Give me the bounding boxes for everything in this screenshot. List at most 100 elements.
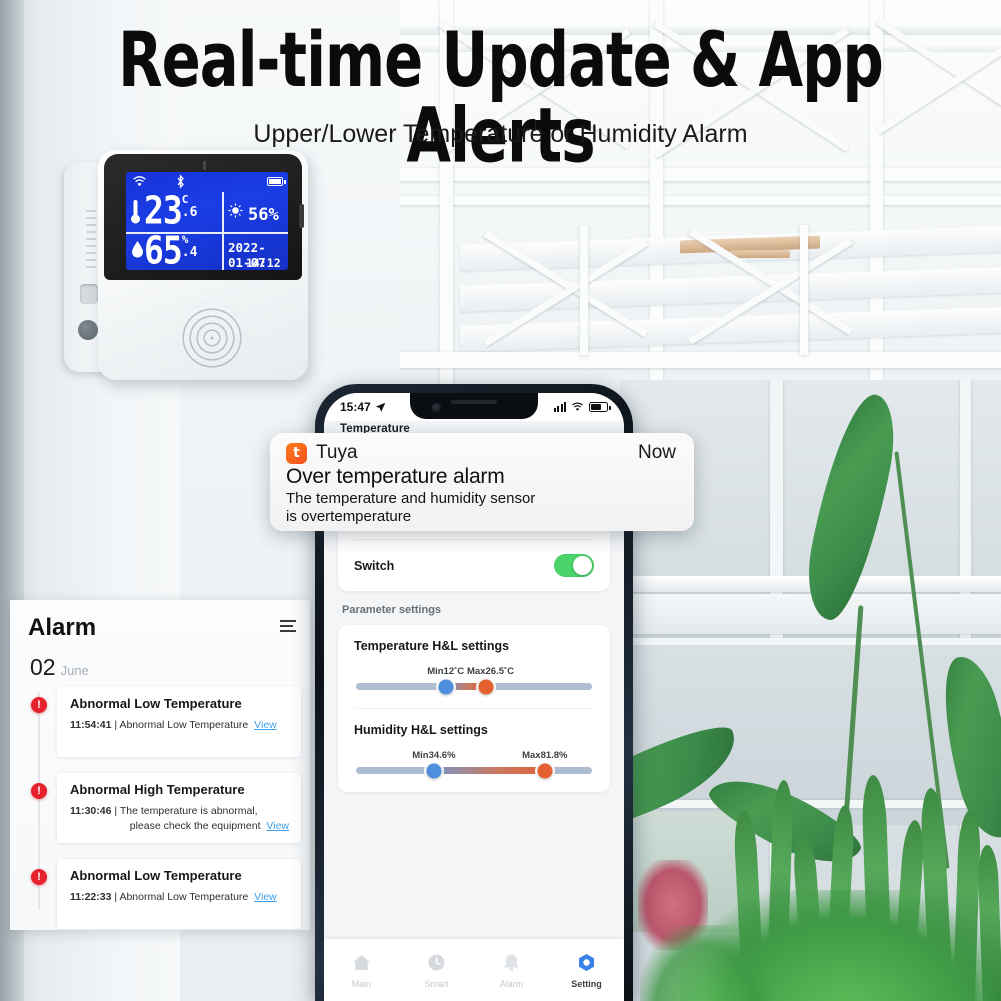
alarm-item-separator: | bbox=[114, 719, 118, 731]
alarm-item-detail: The temperature is abnormal, bbox=[119, 805, 258, 817]
temperature-number: 23 bbox=[144, 188, 183, 233]
notification-timestamp: Now bbox=[637, 442, 676, 463]
alarm-item-time: 11:54:41 bbox=[70, 719, 112, 731]
slider-max-handle[interactable] bbox=[537, 763, 553, 778]
battery-icon bbox=[267, 177, 286, 186]
device-body: 23C .6 56% 65% .4 2022-01-07 14:12 bbox=[98, 150, 308, 380]
alarm-panel-header: Alarm bbox=[10, 600, 310, 652]
tab-label: Alarm bbox=[499, 978, 524, 989]
alarm-list-item[interactable]: ! Abnormal Low Temperature 11:22:33 | Ab… bbox=[10, 859, 310, 930]
phone-notch bbox=[410, 393, 538, 419]
alarm-item-detail: Abnormal Low Temperature bbox=[119, 719, 249, 731]
alarm-item-title: Abnormal Low Temperature bbox=[70, 868, 242, 883]
temperature-slider-captions: Min12˚C Max26.5˚C bbox=[356, 666, 592, 682]
alarm-item-separator: | bbox=[114, 891, 118, 903]
notification-message-line2: is overtemperature bbox=[286, 508, 412, 526]
alarm-item-separator: | bbox=[114, 805, 118, 817]
device-usb-port bbox=[80, 284, 98, 304]
alarm-list-item[interactable]: ! Abnormal High Temperature 11:30:46 | T… bbox=[10, 773, 310, 847]
device-sensor-hole bbox=[78, 320, 98, 340]
clock-icon bbox=[399, 952, 474, 974]
row-label: Switch bbox=[354, 558, 395, 573]
parameter-settings-card: Temperature H&L settings Min12˚C Max26.5… bbox=[338, 625, 610, 792]
alarm-date-group: 02 June bbox=[10, 652, 310, 687]
alarm-view-link[interactable]: View bbox=[266, 820, 289, 832]
thermometer-icon bbox=[130, 198, 141, 229]
temperature-range-slider[interactable] bbox=[356, 679, 592, 694]
alarm-item-title: Abnormal Low Temperature bbox=[70, 696, 242, 711]
lcd-temperature-value: 23C .6 bbox=[144, 188, 198, 233]
sun-icon bbox=[228, 203, 243, 222]
alarm-list-panel: Alarm 02 June ! Abnormal Low Temperature … bbox=[10, 600, 310, 930]
alarm-date-day: 02 bbox=[30, 654, 56, 680]
notification-message-line1: The temperature and humidity sensor bbox=[286, 490, 536, 507]
status-bar-time: 15:47 bbox=[340, 400, 371, 414]
alarm-view-link[interactable]: View bbox=[254, 891, 277, 903]
tab-label: Setting bbox=[571, 978, 602, 989]
device-microphone bbox=[203, 161, 206, 170]
alarm-list-item[interactable]: ! Abnormal Low Temperature 11:54:41 | Ab… bbox=[10, 687, 310, 761]
lcd-humidity-value: 65% .4 bbox=[144, 228, 198, 270]
switch-toggle[interactable] bbox=[554, 554, 594, 577]
tab-setting[interactable]: Setting bbox=[549, 952, 624, 989]
humidity-slider-captions: Min34.6% Max81.8% bbox=[356, 750, 592, 766]
alarm-item-detail: Abnormal Low Temperature bbox=[119, 891, 249, 903]
bluetooth-icon bbox=[177, 174, 184, 189]
slider-min-handle[interactable] bbox=[426, 763, 442, 778]
alert-badge-icon: ! bbox=[31, 697, 47, 713]
slider-title: Temperature H&L settings bbox=[354, 639, 510, 653]
tab-label: Smart bbox=[424, 978, 449, 989]
tab-main[interactable]: Main bbox=[324, 952, 399, 989]
device-lcd-display: 23C .6 56% 65% .4 2022-01-07 14:12 bbox=[126, 172, 288, 270]
humidity-range-slider[interactable] bbox=[356, 763, 592, 778]
slider-max-label: Max26.5˚C bbox=[467, 666, 515, 677]
bottom-tab-bar: Main Smart Alarm Setting bbox=[324, 939, 624, 1001]
slider-min-handle[interactable] bbox=[438, 679, 454, 694]
row-switch[interactable]: Switch bbox=[354, 540, 594, 591]
device-vents bbox=[86, 210, 96, 268]
device-side-button[interactable] bbox=[299, 204, 304, 228]
notification-title: Over temperature alarm bbox=[286, 465, 505, 488]
battery-icon bbox=[589, 402, 611, 412]
cellular-signal-icon bbox=[553, 402, 566, 412]
slider-min-label: Min12˚C bbox=[427, 666, 465, 677]
slider-min-label: Min34.6% bbox=[412, 750, 456, 761]
home-icon bbox=[324, 952, 399, 974]
notification-app-name: Tuya bbox=[316, 442, 358, 463]
push-notification-banner[interactable]: t Tuya Now Over temperature alarm The te… bbox=[270, 433, 694, 531]
location-arrow-icon bbox=[375, 402, 386, 412]
slider-title: Humidity H&L settings bbox=[354, 723, 488, 737]
alarm-view-link[interactable]: View bbox=[254, 719, 277, 731]
page-subtitle: Upper/Lower Temperature or Humidity Alar… bbox=[253, 120, 748, 148]
slider-max-label: Max81.8% bbox=[522, 750, 568, 761]
tab-alarm[interactable]: Alarm bbox=[474, 952, 549, 989]
bell-icon bbox=[474, 952, 549, 974]
humidity-hl-settings-block: Humidity H&L settings Min34.6% Max81.8% bbox=[338, 709, 610, 792]
temperature-decimal: .6 bbox=[181, 204, 198, 220]
earpiece-speaker bbox=[451, 400, 497, 404]
hexagon-gear-icon bbox=[549, 952, 624, 974]
screenshot-root: Real-time Update & App Alerts Upper/Lowe… bbox=[0, 0, 1001, 1001]
tab-smart[interactable]: Smart bbox=[399, 952, 474, 989]
tab-label: Main bbox=[351, 978, 372, 989]
alert-badge-icon: ! bbox=[31, 869, 47, 885]
humidity-decimal: .4 bbox=[181, 244, 198, 260]
list-menu-icon[interactable] bbox=[280, 620, 296, 633]
alarm-panel-title: Alarm bbox=[28, 614, 97, 641]
temperature-hl-settings-block: Temperature H&L settings Min12˚C Max26.5… bbox=[338, 625, 610, 708]
water-drop-icon bbox=[131, 240, 144, 262]
lcd-comfort-value: 56% bbox=[248, 205, 279, 225]
humidity-number: 65 bbox=[144, 228, 183, 270]
tuya-logo-icon: t bbox=[286, 442, 307, 464]
wifi-icon bbox=[133, 176, 146, 187]
alarm-date-month: June bbox=[60, 663, 89, 678]
parameter-settings-label: Parameter settings bbox=[342, 604, 442, 616]
lcd-time: 14:12 bbox=[246, 256, 281, 270]
wifi-icon bbox=[572, 402, 583, 411]
device-speaker-grille bbox=[176, 302, 248, 374]
alarm-item-time: 11:30:46 bbox=[70, 805, 112, 817]
alarm-item-detail-line2: please check the equipment bbox=[129, 820, 261, 833]
alarm-item-title: Abnormal High Temperature bbox=[70, 782, 245, 797]
slider-max-handle[interactable] bbox=[478, 679, 494, 694]
front-camera-icon bbox=[432, 403, 441, 412]
